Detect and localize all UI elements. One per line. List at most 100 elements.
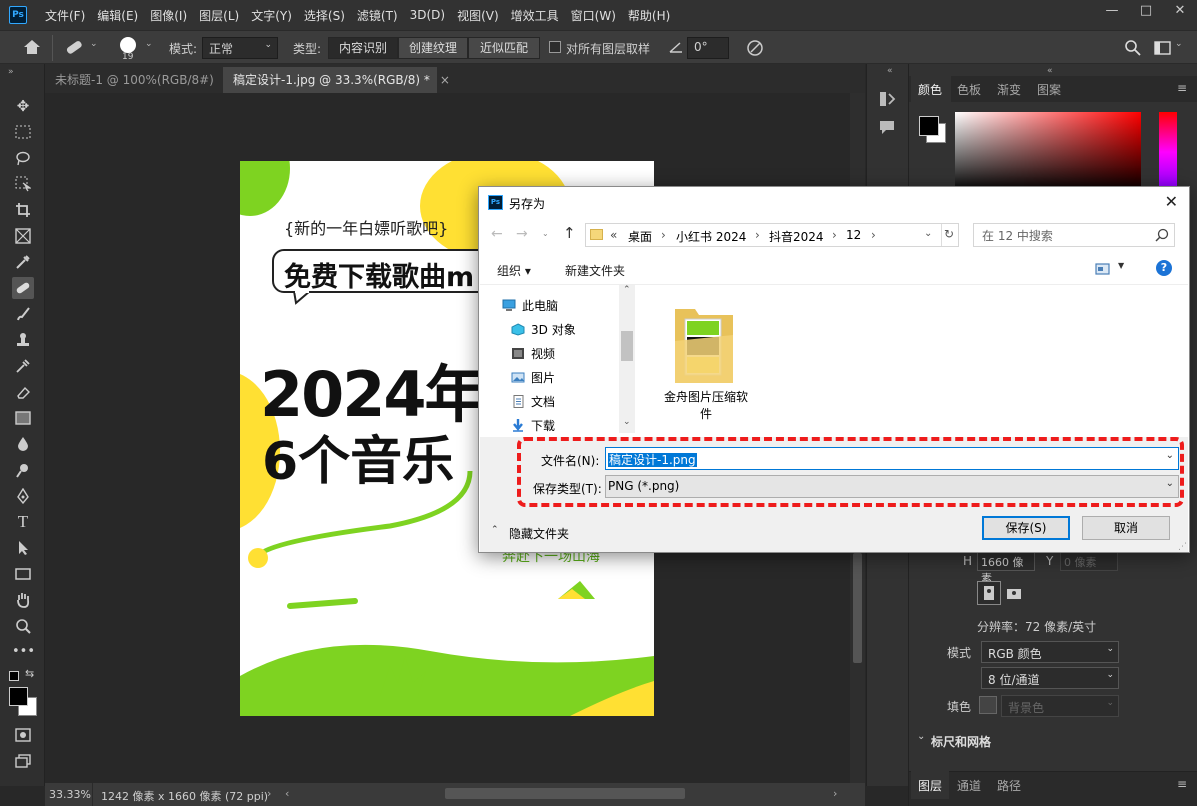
forward-arrow-icon[interactable]: → [516, 226, 528, 242]
brush-tool-icon[interactable] [12, 303, 34, 325]
color-field[interactable] [955, 112, 1141, 192]
rectangle-tool-icon[interactable] [12, 563, 34, 585]
tab-color[interactable]: 颜色 [918, 81, 942, 98]
help-icon[interactable]: ? [1156, 260, 1172, 276]
angle-input[interactable]: 0° [687, 37, 729, 59]
chevron-down-icon[interactable]: ⌄ [924, 228, 932, 239]
history-panel-icon[interactable] [878, 90, 896, 108]
home-icon[interactable] [22, 38, 42, 56]
tab-channels[interactable]: 通道 [957, 777, 981, 794]
swap-colors-icon[interactable]: ⇆ [25, 667, 34, 680]
breadcrumb-12[interactable]: 12 [846, 228, 861, 242]
eraser-tool-icon[interactable] [12, 381, 34, 403]
chevron-right-icon[interactable]: › [267, 787, 271, 800]
up-arrow-icon[interactable]: ↑ [563, 224, 576, 242]
scroll-right-icon[interactable]: › [833, 787, 837, 800]
gradient-tool-icon[interactable] [12, 407, 34, 429]
chevron-right-icon[interactable]: › [871, 228, 876, 242]
close-icon[interactable]: ✕ [1165, 192, 1178, 211]
nav-pictures[interactable]: 图片 [511, 369, 555, 386]
color-mode-select[interactable]: RGB 颜色 ⌄ [981, 641, 1119, 663]
new-folder-button[interactable]: 新建文件夹 [565, 262, 625, 279]
hue-slider[interactable] [1159, 112, 1177, 192]
close-window-button[interactable]: ✕ [1163, 0, 1197, 24]
tab-design[interactable]: 稿定设计-1.jpg @ 33.3%(RGB/8) * × [223, 67, 450, 93]
collapse-icon[interactable]: « [1047, 66, 1053, 76]
maximize-button[interactable]: □ [1129, 0, 1163, 24]
height-field[interactable]: 1660 像素 [977, 551, 1035, 585]
hide-folders-toggle[interactable]: 隐藏文件夹 [509, 525, 569, 542]
create-texture-option[interactable]: 创建纹理 [398, 37, 468, 59]
nav-scrollbar[interactable]: ⌃ ⌄ [619, 285, 635, 433]
breadcrumb-douyin[interactable]: 抖音2024 [769, 228, 824, 245]
marquee-tool-icon[interactable] [12, 121, 34, 143]
clone-stamp-tool-icon[interactable] [12, 329, 34, 351]
menu-file[interactable]: 文件(F) [39, 7, 91, 24]
nav-videos[interactable]: 视频 [511, 345, 555, 362]
tab-gradients[interactable]: 渐变 [997, 81, 1021, 98]
nav-downloads[interactable]: 下载 [511, 417, 555, 434]
chevron-down-icon[interactable]: ▼ [1118, 261, 1124, 270]
tab-swatches[interactable]: 色板 [957, 81, 981, 98]
menu-layer[interactable]: 图层(L) [193, 7, 245, 24]
nav-documents[interactable]: 文档 [511, 393, 555, 410]
chevron-down-icon[interactable]: ⌄ [623, 417, 631, 427]
zoom-tool-icon[interactable] [12, 615, 34, 637]
breadcrumb-xiaohongshu[interactable]: 小红书 2024 [676, 228, 746, 245]
scrollbar-thumb[interactable] [621, 331, 633, 361]
close-icon[interactable]: × [440, 73, 450, 87]
panel-menu-icon[interactable]: ≡ [1177, 81, 1187, 95]
menu-image[interactable]: 图像(I) [144, 7, 193, 24]
chevron-down-icon[interactable]: ⌄ [1166, 450, 1174, 461]
fill-select[interactable]: 背景色 ⌄ [1001, 695, 1119, 717]
menu-type[interactable]: 文字(Y) [245, 7, 298, 24]
panel-foreground-swatch[interactable] [919, 116, 939, 136]
scrollbar-thumb[interactable] [853, 553, 862, 663]
search-icon[interactable] [1124, 39, 1142, 57]
hand-tool-icon[interactable] [12, 589, 34, 611]
chevron-right-icon[interactable]: › [755, 228, 760, 242]
tab-paths[interactable]: 路径 [997, 777, 1021, 794]
chevron-down-icon[interactable]: ⌄ [145, 39, 153, 49]
fill-swatch[interactable] [979, 696, 997, 714]
chevron-up-icon[interactable]: ⌃ [623, 285, 631, 295]
breadcrumb-desktop[interactable]: 桌面 [628, 228, 652, 245]
portrait-orientation-icon[interactable] [977, 581, 1001, 605]
menu-help[interactable]: 帮助(H) [622, 7, 676, 24]
pressure-icon[interactable] [745, 38, 765, 58]
mode-select[interactable]: 正常 ⌄ [202, 37, 278, 59]
minimize-button[interactable]: — [1095, 0, 1129, 24]
y-field[interactable]: 0 像素 [1060, 551, 1118, 571]
chevron-up-icon[interactable]: ⌃ [491, 525, 499, 535]
rulers-grids-section[interactable]: 标尺和网格 [931, 733, 991, 750]
cancel-button[interactable]: 取消 [1082, 516, 1170, 540]
object-select-tool-icon[interactable] [12, 173, 34, 195]
workspace-icon[interactable] [1154, 40, 1172, 56]
menu-edit[interactable]: 编辑(E) [91, 7, 144, 24]
menu-filter[interactable]: 滤镜(T) [351, 7, 404, 24]
sample-all-checkbox[interactable] [549, 41, 561, 53]
proximity-match-option[interactable]: 近似匹配 [468, 37, 540, 59]
chevron-down-icon[interactable]: ⌄ [1166, 478, 1174, 489]
crop-tool-icon[interactable] [12, 199, 34, 221]
back-arrow-icon[interactable]: ← [491, 226, 503, 242]
comments-panel-icon[interactable] [878, 118, 896, 136]
chevron-right-icon[interactable]: › [661, 228, 666, 242]
menu-view[interactable]: 视图(V) [451, 7, 505, 24]
folder-item[interactable]: 金舟图片压缩软 件 [651, 297, 761, 427]
tab-untitled[interactable]: 未标题-1 @ 100%(RGB/8#)× [45, 67, 234, 93]
spot-healing-brush-icon[interactable] [63, 37, 85, 57]
chevron-down-icon[interactable]: ⌄ [1175, 39, 1183, 49]
horizontal-scrollbar-thumb[interactable] [445, 788, 685, 799]
brush-preview-icon[interactable] [120, 37, 136, 53]
menu-window[interactable]: 窗口(W) [565, 7, 622, 24]
tab-patterns[interactable]: 图案 [1037, 81, 1061, 98]
screen-mode-icon[interactable] [12, 750, 34, 772]
type-tool-icon[interactable]: T [12, 511, 34, 533]
chevron-right-icon[interactable]: › [832, 228, 837, 242]
nav-this-pc[interactable]: 此电脑 [502, 297, 558, 314]
tab-layers[interactable]: 图层 [918, 777, 942, 794]
default-colors-icon[interactable] [9, 671, 19, 681]
content-aware-option[interactable]: 内容识别 [328, 37, 398, 59]
eyedropper-tool-icon[interactable] [12, 251, 34, 273]
